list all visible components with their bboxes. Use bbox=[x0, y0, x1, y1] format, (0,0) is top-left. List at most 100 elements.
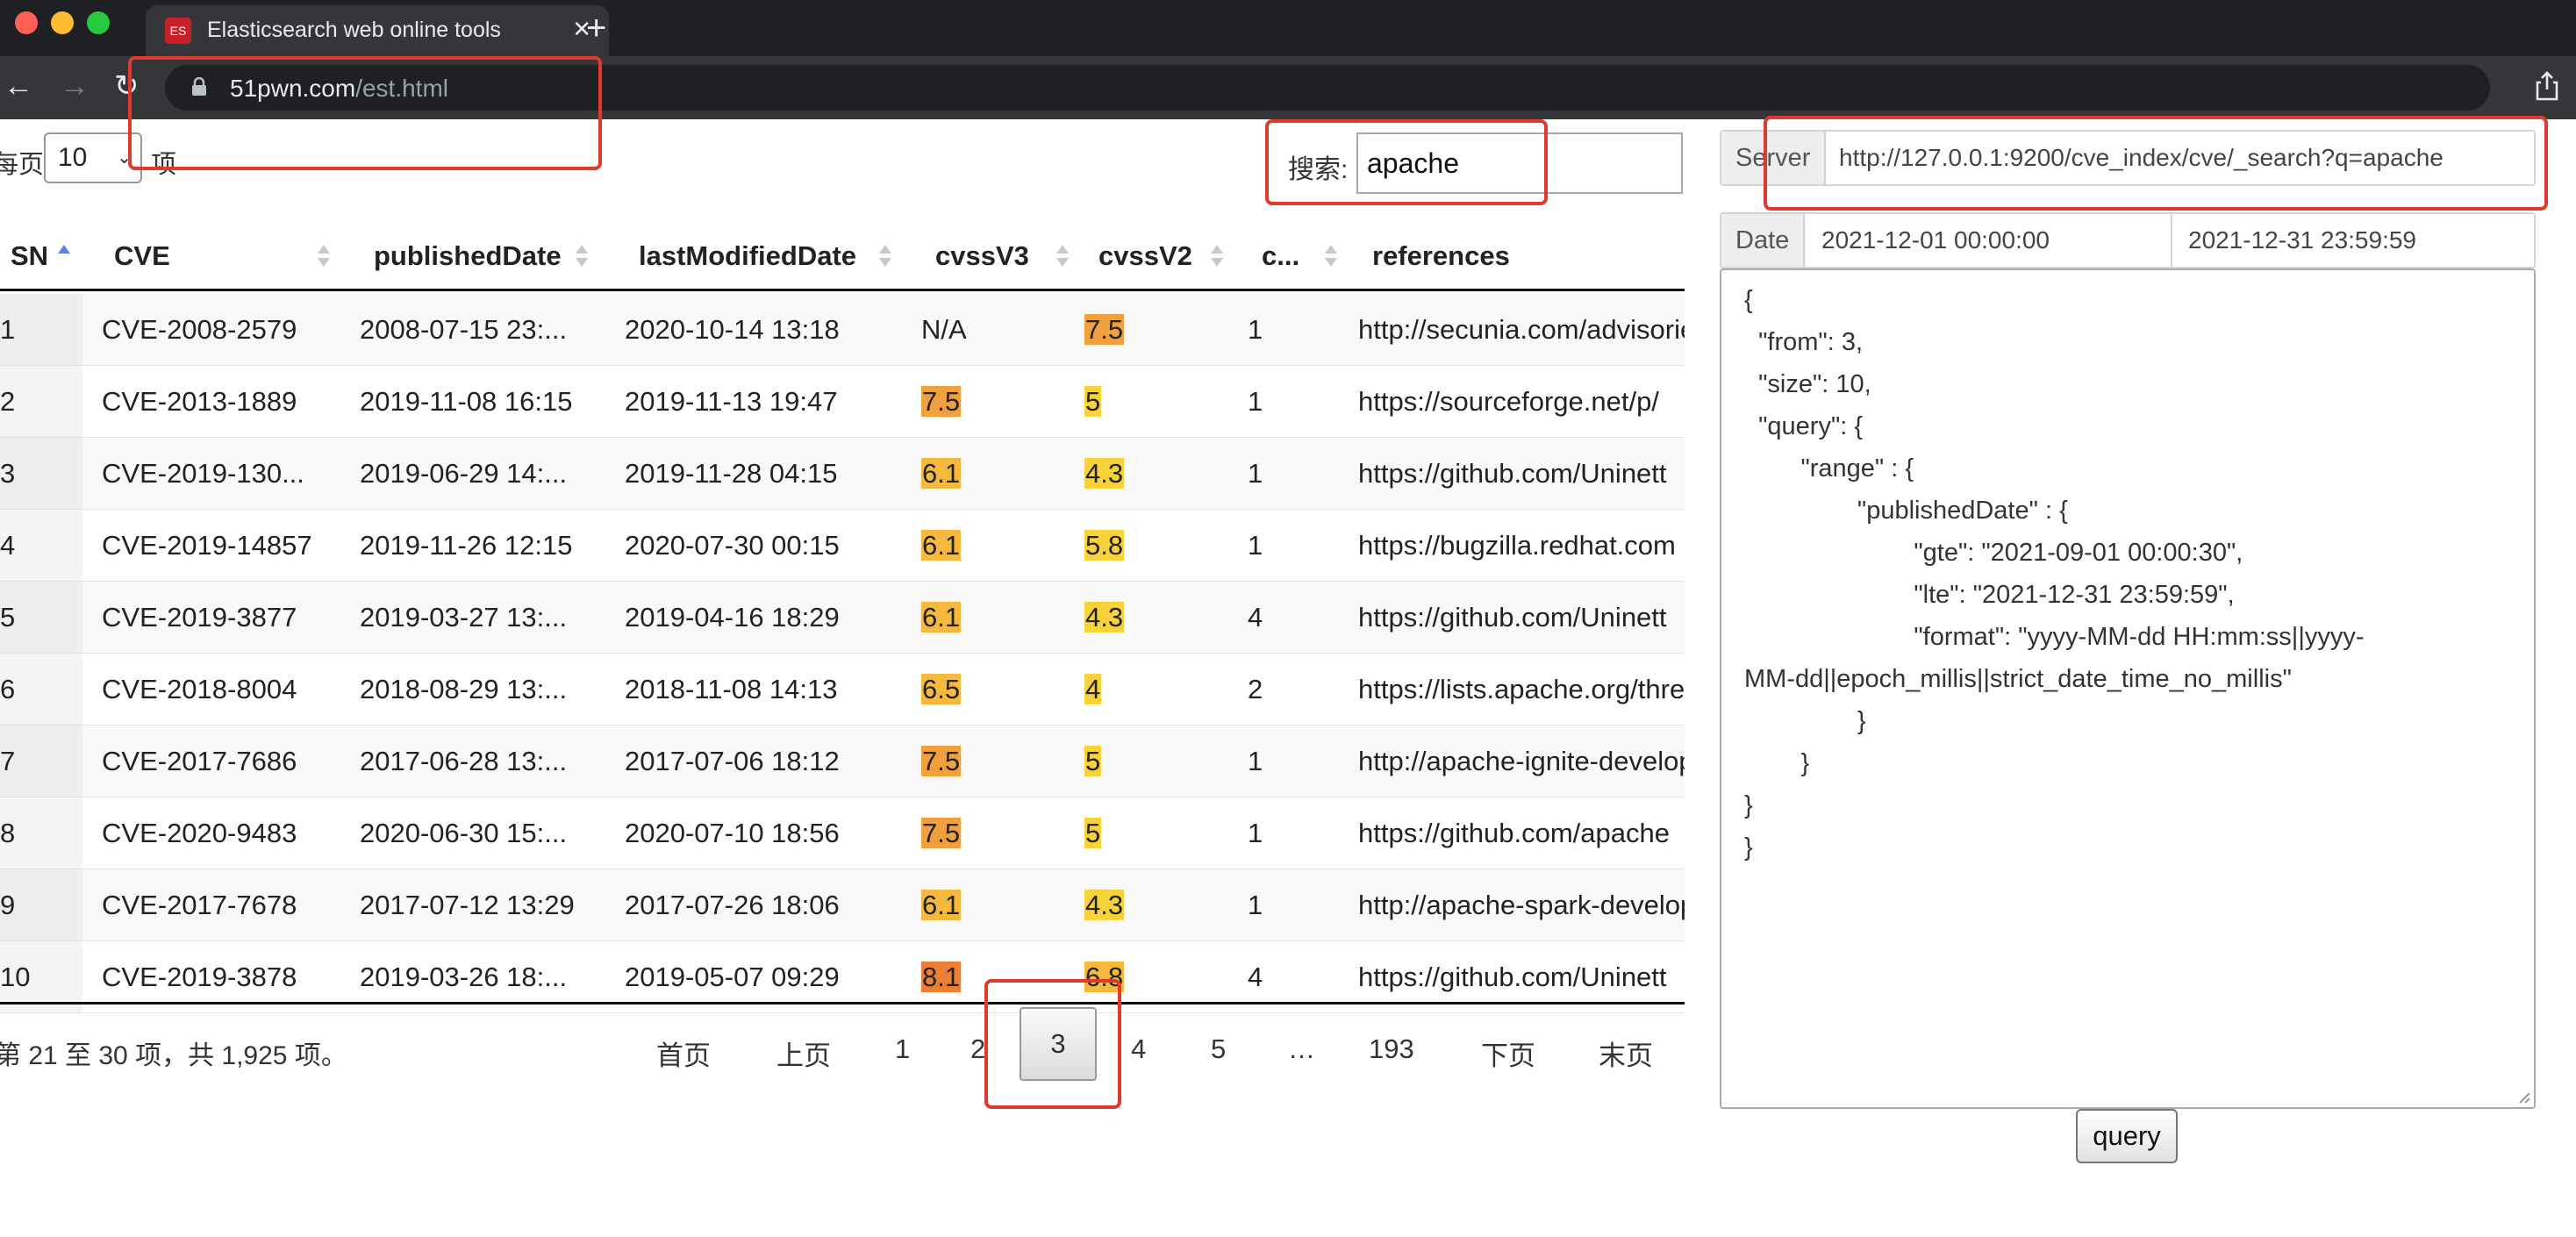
table-row[interactable]: 4 CVE-2019-14857 2019-11-26 12:15 2020-07-3… bbox=[0, 510, 1685, 582]
column-header-last-modified-date[interactable]: lastModifiedDate bbox=[639, 221, 856, 291]
forward-arrow-icon[interactable]: → bbox=[60, 68, 89, 104]
column-header-sn[interactable]: SN bbox=[11, 221, 48, 291]
column-header-references[interactable]: references bbox=[1372, 221, 1510, 291]
cell-published-date: 2018-08-29 13:... bbox=[360, 654, 567, 726]
cell-sn-text: 4 bbox=[0, 530, 16, 561]
cell-cvss-v3-text: 6.1 bbox=[921, 530, 962, 561]
cell-published-date-text: 2019-03-27 13:... bbox=[360, 602, 568, 633]
pager-page-2[interactable]: 2 bbox=[970, 1033, 985, 1065]
cell-sn: 2 bbox=[0, 366, 15, 438]
cell-cvss-v3: 7.5 bbox=[921, 797, 962, 869]
json-line: "publishedDate" : { bbox=[1744, 497, 2068, 525]
cell-last-modified-date: 2018-11-08 14:13 bbox=[625, 654, 837, 726]
cell-cve-text: CVE-2017-7686 bbox=[102, 746, 297, 776]
annotation-box-url bbox=[128, 56, 602, 170]
cell-count: 1 bbox=[1248, 726, 1263, 797]
cell-cve: CVE-2019-14857 bbox=[102, 510, 312, 582]
cell-cvss-v3-text: 7.5 bbox=[921, 386, 962, 417]
cell-references: https://lists.apache.org/thread bbox=[1358, 654, 1685, 726]
cell-published-date: 2019-03-27 13:... bbox=[360, 582, 567, 654]
cell-cve-text: CVE-2008-2579 bbox=[102, 314, 297, 345]
window-close-button[interactable] bbox=[15, 11, 38, 34]
date-label: Date bbox=[1721, 214, 1806, 267]
column-header-cvss-v2[interactable]: cvssV2 bbox=[1098, 221, 1192, 291]
pager-first[interactable]: 首页 bbox=[656, 1033, 711, 1073]
pager-page-1[interactable]: 1 bbox=[895, 1033, 910, 1065]
cell-last-modified-date: 2020-07-30 00:15 bbox=[625, 510, 840, 582]
pager-end[interactable]: 末页 bbox=[1599, 1033, 1653, 1073]
json-line: MM-dd||epoch_millis||strict_date_time_no… bbox=[1744, 665, 2292, 693]
pager-prev[interactable]: 上页 bbox=[776, 1033, 831, 1073]
cell-cvss-v2: 5 bbox=[1084, 726, 1102, 797]
cell-cvss-v3-text: 6.5 bbox=[921, 674, 962, 704]
cell-last-modified-date-text: 2020-07-10 18:56 bbox=[625, 818, 840, 848]
cell-cvss-v3-text: 6.1 bbox=[921, 602, 962, 633]
pager-page-last[interactable]: 193 bbox=[1369, 1033, 1414, 1065]
table-row[interactable]: 8 CVE-2020-9483 2020-06-30 15:... 2020-07-1… bbox=[0, 797, 1685, 869]
json-line: "lte": "2021-12-31 23:59:59", bbox=[1744, 581, 2235, 609]
cve-table: SN CVE publishedDate lastModifiedDate cv… bbox=[0, 221, 1685, 1014]
date-from-input[interactable]: 2021-12-01 00:00:00 bbox=[1806, 214, 2050, 267]
cell-cvss-v3: 6.5 bbox=[921, 654, 962, 726]
cell-cve-text: CVE-2019-14857 bbox=[102, 530, 312, 561]
cell-count-text: 1 bbox=[1248, 890, 1263, 920]
cell-sn: 6 bbox=[0, 654, 15, 726]
browser-tab[interactable]: ES Elasticsearch web online tools ✕ bbox=[146, 5, 609, 56]
json-line: } bbox=[1744, 791, 1753, 819]
pager-page-4[interactable]: 4 bbox=[1131, 1033, 1146, 1065]
cell-cve-text: CVE-2018-8004 bbox=[102, 674, 297, 704]
query-json-textarea[interactable]: { "from": 3, "size": 10, "query": { "ran… bbox=[1720, 268, 2536, 1109]
back-arrow-icon[interactable]: ← bbox=[4, 68, 33, 104]
cell-cvss-v2: 7.5 bbox=[1084, 294, 1125, 366]
cell-published-date: 2019-06-29 14:... bbox=[360, 438, 567, 510]
cell-last-modified-date-text: 2019-11-28 04:15 bbox=[625, 458, 838, 489]
table-row[interactable]: 7 CVE-2017-7686 2017-06-28 13:... 2017-07-0… bbox=[0, 726, 1685, 797]
cell-cvss-v2: 5 bbox=[1084, 797, 1102, 869]
cell-published-date: 2020-06-30 15:... bbox=[360, 797, 567, 869]
cell-count-text: 1 bbox=[1248, 746, 1263, 776]
column-header-published-date[interactable]: publishedDate bbox=[374, 221, 562, 291]
cell-cve-text: CVE-2019-130... bbox=[102, 458, 304, 489]
cell-cvss-v2-text: 7.5 bbox=[1084, 314, 1125, 345]
window-zoom-button[interactable] bbox=[87, 11, 110, 34]
sort-icon bbox=[1325, 245, 1337, 268]
column-header-count[interactable]: c... bbox=[1262, 221, 1299, 291]
cell-sn-text: 2 bbox=[0, 386, 16, 417]
cell-cve: CVE-2018-8004 bbox=[102, 654, 297, 726]
table-row[interactable]: 3 CVE-2019-130... 2019-06-29 14:... 2019-11… bbox=[0, 438, 1685, 510]
cell-last-modified-date-text: 2018-11-08 14:13 bbox=[625, 674, 838, 704]
table-row[interactable]: 2 CVE-2013-1889 2019-11-08 16:15 2019-11-13… bbox=[0, 366, 1685, 438]
column-header-cve[interactable]: CVE bbox=[114, 221, 170, 291]
pager-ellipsis: … bbox=[1288, 1033, 1315, 1064]
cell-sn: 5 bbox=[0, 582, 15, 654]
window-minimize-button[interactable] bbox=[51, 11, 74, 34]
cell-published-date: 2017-07-12 13:29 bbox=[360, 869, 575, 941]
column-header-cvss-v3[interactable]: cvssV3 bbox=[935, 221, 1029, 291]
cell-cvss-v3: 7.5 bbox=[921, 366, 962, 438]
table-row[interactable]: 1 CVE-2008-2579 2008-07-15 23:... 2020-10-1… bbox=[0, 294, 1685, 366]
pager-next[interactable]: 下页 bbox=[1481, 1033, 1535, 1073]
pager-page-5[interactable]: 5 bbox=[1211, 1033, 1226, 1065]
annotation-box-server bbox=[1764, 116, 2548, 211]
query-button[interactable]: query bbox=[2076, 1109, 2178, 1163]
cell-references: https://bugzilla.redhat.com bbox=[1358, 510, 1685, 582]
cell-published-date: 2008-07-15 23:... bbox=[360, 294, 567, 366]
cell-cvss-v2-text: 4.3 bbox=[1084, 458, 1125, 489]
new-tab-icon[interactable]: + bbox=[586, 6, 606, 50]
table-row[interactable]: 6 CVE-2018-8004 2018-08-29 13:... 2018-11-0… bbox=[0, 654, 1685, 726]
cell-references-text: https://lists.apache.org/thread bbox=[1358, 674, 1685, 704]
json-line: "gte": "2021-09-01 00:00:30", bbox=[1744, 539, 2243, 567]
cell-cvss-v2: 4.3 bbox=[1084, 869, 1125, 941]
cell-count-text: 1 bbox=[1248, 386, 1263, 417]
share-icon[interactable] bbox=[2534, 70, 2560, 102]
cell-sn: 8 bbox=[0, 797, 15, 869]
resize-handle-icon[interactable] bbox=[2515, 1088, 2530, 1104]
cell-references-text: http://apache-spark-developers bbox=[1358, 890, 1685, 920]
date-to-input[interactable]: 2021-12-31 23:59:59 bbox=[2172, 214, 2416, 267]
cell-count-text: 4 bbox=[1248, 962, 1263, 992]
annotation-box-current-page bbox=[984, 979, 1121, 1109]
cell-count-text: 1 bbox=[1248, 314, 1263, 345]
pagination: 首页 上页 1 2 3 4 5 … 193 下页 末页 bbox=[614, 1007, 1693, 1086]
table-row[interactable]: 9 CVE-2017-7678 2017-07-12 13:29 2017-07-26… bbox=[0, 869, 1685, 941]
table-row[interactable]: 5 CVE-2019-3877 2019-03-27 13:... 2019-04-1… bbox=[0, 582, 1685, 654]
